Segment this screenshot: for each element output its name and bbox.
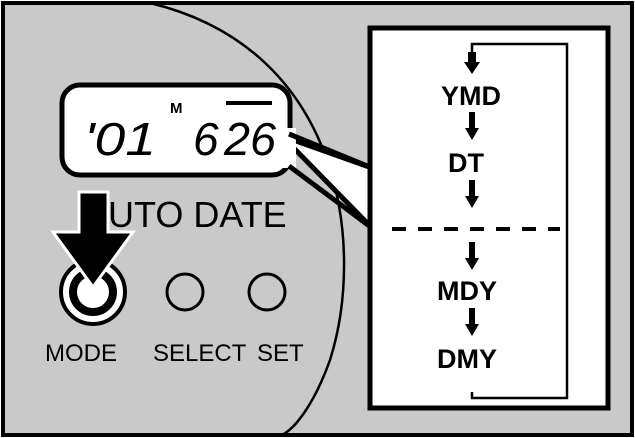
format-dmy: DMY [437,344,497,374]
format-ymd: YMD [441,81,501,111]
select-label: SELECT [153,340,247,367]
lcd-day-bar [226,101,272,105]
set-label: SET [257,340,304,367]
format-dt: DT [448,148,484,178]
format-mdy: MDY [437,276,497,306]
lcd-month: 6 [193,113,219,165]
format-sequence-box: YMD DT MDY DMY [367,25,611,411]
set-button[interactable] [247,272,287,312]
select-button[interactable] [165,272,205,312]
auto-date-diagram: '01 M 6 26 AUTO DATE MODE SELECT SET YMD… [1,1,634,437]
lcd-day: 26 [223,113,276,165]
auto-date-label: AUTO DATE [84,194,287,235]
mode-label: MODE [45,340,117,367]
lcd-year: '01 [84,113,156,165]
lcd-month-indicator: M [170,100,183,117]
